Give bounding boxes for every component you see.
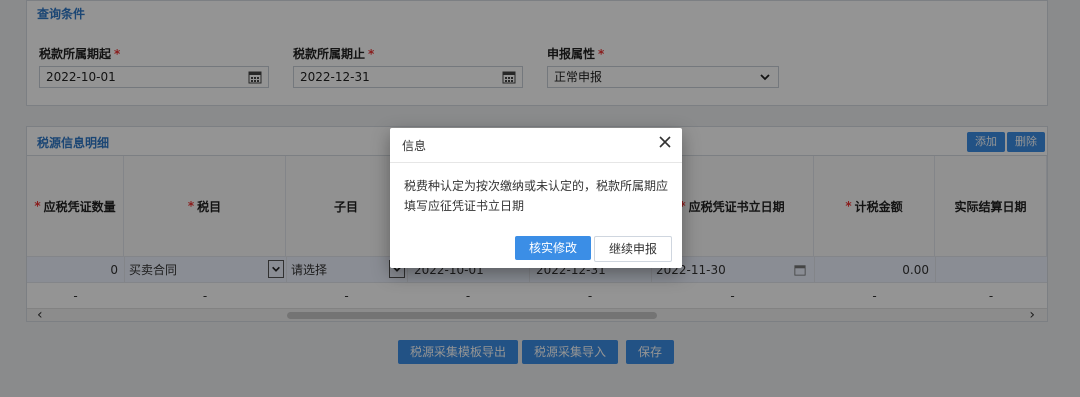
close-icon[interactable] [658,135,672,149]
confirm-modify-button[interactable]: 核实修改 [515,236,592,260]
dialog-message: 税费种认定为按次缴纳或未认定的，税款所属期应填写应征凭证书立日期 [404,179,669,213]
continue-declare-button[interactable]: 继续申报 [594,236,673,262]
info-dialog: 信息 税费种认定为按次缴纳或未认定的，税款所属期应填写应征凭证书立日期 核实修改… [390,128,682,268]
dialog-title: 信息 [402,139,427,153]
dialog-divider [390,162,682,163]
